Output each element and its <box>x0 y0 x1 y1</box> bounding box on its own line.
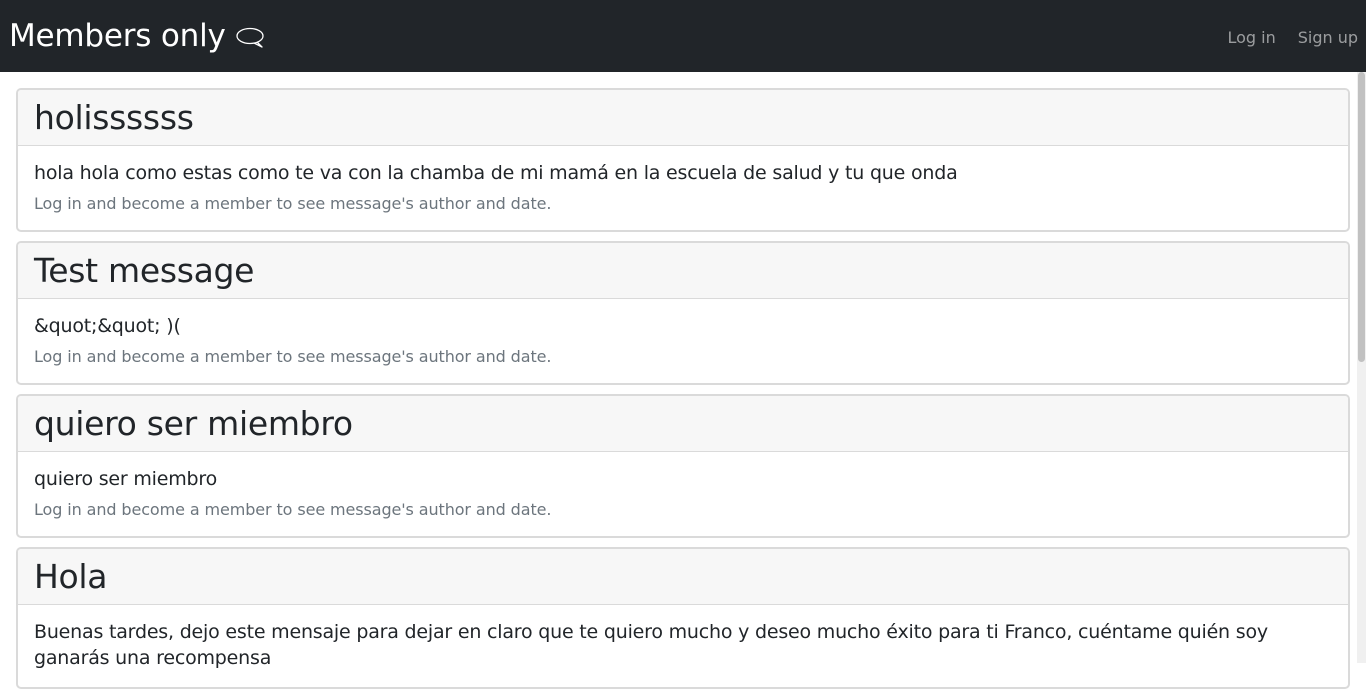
message-text: hola hola como estas como te va con la c… <box>34 162 958 184</box>
page-scrollbar[interactable] <box>1357 72 1366 663</box>
navbar: Members only Log in Sign up <box>0 0 1366 72</box>
message-card: Test message &quot;&quot; )( Log in and … <box>16 241 1350 385</box>
brand-link[interactable]: Members only <box>0 17 265 54</box>
brand-title: Members only <box>9 17 226 54</box>
message-card: holissssss hola hola como estas como te … <box>16 88 1350 232</box>
message-card: Hola Buenas tardes, dejo este mensaje pa… <box>16 547 1350 689</box>
message-body: &quot;&quot; )( Log in and become a memb… <box>18 299 1348 383</box>
message-text: quiero ser miembro <box>34 468 218 490</box>
speech-bubble-icon <box>235 26 265 50</box>
message-text: &quot;&quot; )( <box>34 315 181 337</box>
message-title: Test message <box>34 251 255 290</box>
message-body: quiero ser miembro Log in and become a m… <box>18 452 1348 536</box>
message-header: Test message <box>18 243 1348 299</box>
message-meta-notice: Log in and become a member to see messag… <box>34 194 552 213</box>
nav-links: Log in Sign up <box>1205 0 1366 72</box>
scrollbar-thumb[interactable] <box>1358 72 1365 362</box>
message-title: holissssss <box>34 98 194 137</box>
message-header: holissssss <box>18 90 1348 146</box>
message-header: quiero ser miembro <box>18 396 1348 452</box>
message-meta-notice: Log in and become a member to see messag… <box>34 347 552 366</box>
message-card: quiero ser miembro quiero ser miembro Lo… <box>16 394 1350 538</box>
message-meta-notice: Log in and become a member to see messag… <box>34 500 552 519</box>
log-in-link[interactable]: Log in <box>1227 28 1275 47</box>
message-title: quiero ser miembro <box>34 404 353 443</box>
message-list: holissssss hola hola como estas como te … <box>16 88 1350 698</box>
message-text: Buenas tardes, dejo este mensaje para de… <box>34 621 1268 669</box>
message-body: Buenas tardes, dejo este mensaje para de… <box>18 605 1348 687</box>
sign-up-link[interactable]: Sign up <box>1298 28 1358 47</box>
message-body: hola hola como estas como te va con la c… <box>18 146 1348 230</box>
message-title: Hola <box>34 557 108 596</box>
message-header: Hola <box>18 549 1348 605</box>
